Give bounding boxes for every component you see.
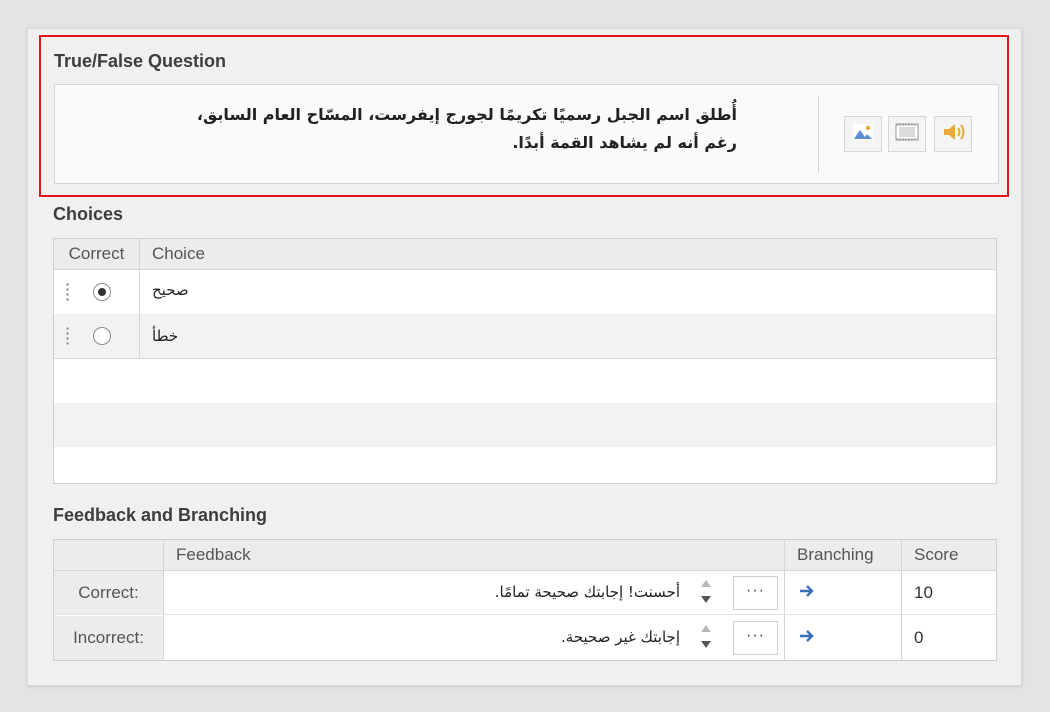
feedback-spinner[interactable] <box>699 623 713 653</box>
drag-handle-icon[interactable] <box>66 282 69 302</box>
correct-radio[interactable] <box>93 283 111 301</box>
feedback-row-incorrect: Incorrect: إجابتك غير صحيحة. ··· 0 <box>54 616 996 660</box>
choice-controls-cell <box>54 314 140 358</box>
question-highlight-box: True/False Question أُطلق اسم الجبل رسمي… <box>39 35 1009 197</box>
choices-table-header: Correct Choice <box>54 239 996 270</box>
correct-radio[interactable] <box>93 327 111 345</box>
question-text-editor[interactable]: أُطلق اسم الجبل رسميًا تكريمًا لجورج إيف… <box>54 84 999 184</box>
feedback-more-button[interactable]: ··· <box>733 576 778 610</box>
question-section-title: True/False Question <box>54 51 227 71</box>
score-value[interactable]: 0 <box>914 616 923 660</box>
score-value[interactable]: 10 <box>914 571 933 615</box>
drag-handle-icon[interactable] <box>66 326 69 346</box>
feedback-section-title: Feedback and Branching <box>53 505 268 525</box>
empty-choice-row[interactable] <box>54 403 996 447</box>
empty-choice-row[interactable] <box>54 358 996 402</box>
choice-row[interactable]: صحيح <box>54 270 996 314</box>
branching-arrow-icon[interactable] <box>798 626 816 646</box>
spinner-down-icon[interactable] <box>701 641 711 648</box>
choices-table: Correct Choice صحيح خطأ <box>53 238 997 484</box>
spinner-up-icon[interactable] <box>701 580 711 587</box>
editor-divider <box>818 95 819 173</box>
question-editor-panel: True/False Question أُطلق اسم الجبل رسمي… <box>27 28 1022 686</box>
feedback-spinner[interactable] <box>699 578 713 608</box>
insert-image-button[interactable] <box>844 116 882 152</box>
spinner-up-icon[interactable] <box>701 625 711 632</box>
feedback-row-label: Correct: <box>54 571 164 614</box>
insert-video-button[interactable] <box>888 116 926 152</box>
choice-text[interactable]: صحيح <box>152 281 189 299</box>
feedback-text[interactable]: إجابتك غير صحيحة. <box>561 628 680 646</box>
spinner-down-icon[interactable] <box>701 596 711 603</box>
choices-section-title: Choices <box>53 204 124 224</box>
image-icon <box>852 122 874 147</box>
feedback-table: Feedback Branching Score Correct: أحسنت!… <box>53 539 997 661</box>
feedback-text[interactable]: أحسنت! إجابتك صحيحة تمامًا. <box>495 583 680 601</box>
question-text[interactable]: أُطلق اسم الجبل رسميًا تكريمًا لجورج إيف… <box>77 101 737 157</box>
feedback-row-label: Incorrect: <box>54 616 164 660</box>
choice-column-header: Choice <box>152 244 205 263</box>
question-text-line-2: رغم أنه لم يشاهد القمة أبدًا. <box>512 133 737 152</box>
choice-text[interactable]: خطأ <box>152 327 178 345</box>
question-text-line-1: أُطلق اسم الجبل رسميًا تكريمًا لجورج إيف… <box>196 105 737 124</box>
score-column-header: Score <box>914 545 959 564</box>
feedback-row-correct: Correct: أحسنت! إجابتك صحيحة تمامًا. ···… <box>54 571 996 615</box>
audio-icon <box>941 122 965 147</box>
video-icon <box>895 122 919 147</box>
branching-arrow-icon[interactable] <box>798 581 816 601</box>
choice-controls-cell <box>54 270 140 314</box>
feedback-more-button[interactable]: ··· <box>733 621 778 655</box>
correct-column-header: Correct <box>54 239 140 269</box>
insert-audio-button[interactable] <box>934 116 972 152</box>
choice-row[interactable]: خطأ <box>54 314 996 358</box>
